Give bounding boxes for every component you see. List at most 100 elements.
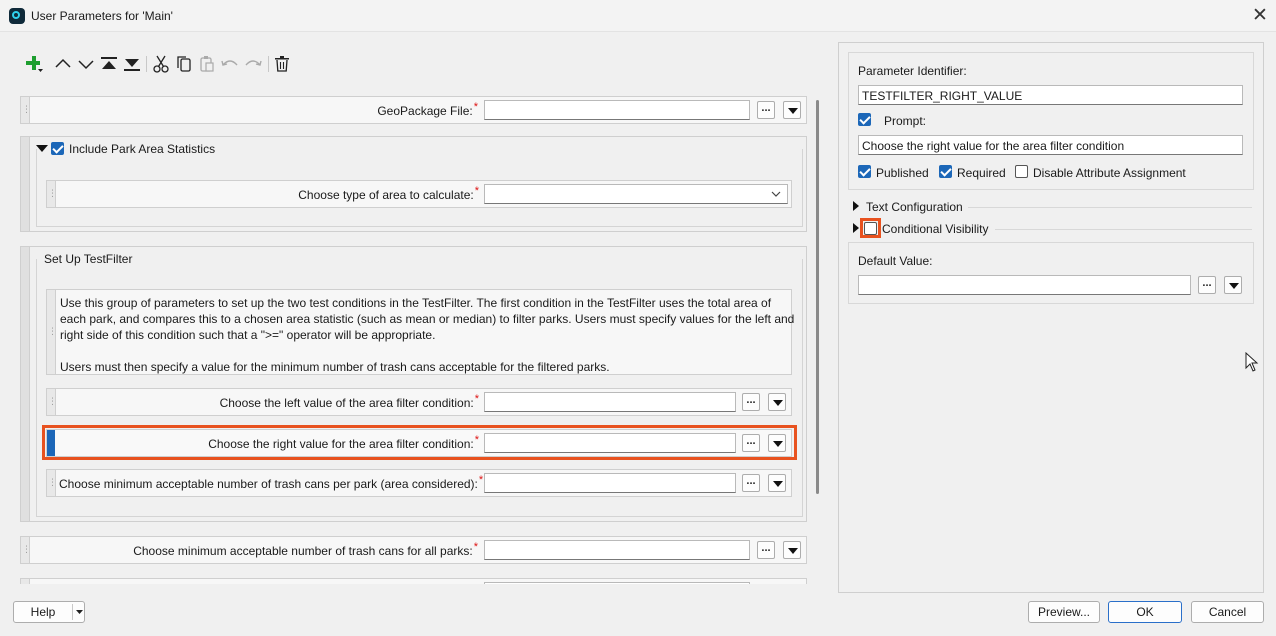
- ok-button[interactable]: OK: [1108, 601, 1182, 623]
- move-top-icon: [101, 57, 117, 69]
- drag-handle-icon[interactable]: [47, 389, 56, 415]
- drag-handle-icon[interactable]: [47, 470, 56, 496]
- browse-button[interactable]: ...: [1198, 276, 1216, 294]
- browse-button[interactable]: ...: [742, 393, 760, 411]
- geopackage-menu-button[interactable]: [783, 101, 801, 119]
- conditional-visibility-checkbox[interactable]: [864, 222, 877, 235]
- testfilter-description: Use this group of parameters to set up t…: [46, 289, 795, 375]
- area-type-label: Choose type of area to calculate:*: [298, 185, 479, 203]
- required-label: Required: [957, 166, 1006, 180]
- drag-handle-icon[interactable]: [47, 290, 56, 374]
- trash-icon: [275, 56, 289, 72]
- plus-icon: [26, 56, 43, 72]
- drag-handle-icon[interactable]: [21, 97, 30, 123]
- drag-handle-icon[interactable]: [47, 430, 55, 456]
- redo-button[interactable]: [243, 54, 263, 74]
- required-checkbox[interactable]: [939, 165, 952, 178]
- prompt-checkbox[interactable]: [858, 113, 871, 126]
- scrollbar-thumb[interactable]: [816, 100, 819, 494]
- copy-button[interactable]: [174, 54, 194, 74]
- min-trash-park-input[interactable]: [484, 473, 736, 493]
- min-trash-park-label: Choose minimum acceptable number of tras…: [59, 474, 484, 492]
- move-down-button[interactable]: [76, 54, 96, 74]
- chevron-down-icon: [771, 191, 781, 197]
- close-icon[interactable]: ✕: [1250, 5, 1270, 25]
- window-title: User Parameters for 'Main': [31, 9, 173, 23]
- help-button[interactable]: Help: [13, 601, 85, 623]
- geopackage-label: GeoPackage File:*: [377, 101, 478, 119]
- cancel-button[interactable]: Cancel: [1191, 601, 1264, 623]
- park-area-group: Include Park Area Statistics Choose type…: [20, 136, 807, 232]
- prompt-value: Choose the right value for the area filt…: [862, 139, 1125, 153]
- right-value-label: Choose the right value for the area filt…: [208, 434, 479, 452]
- browse-button[interactable]: ...: [757, 541, 775, 559]
- expand-icon[interactable]: [853, 201, 859, 211]
- redo-icon: [245, 60, 262, 66]
- title-bar: [0, 0, 1276, 32]
- drag-handle-icon[interactable]: [47, 181, 56, 207]
- right-value-row[interactable]: Choose the right value for the area filt…: [46, 429, 792, 457]
- move-up-button[interactable]: [53, 54, 73, 74]
- scissors-icon: [153, 55, 169, 73]
- split-divider: [72, 604, 73, 620]
- browse-button[interactable]: ...: [757, 101, 775, 119]
- prompt-label: Prompt:: [884, 114, 927, 128]
- move-top-button[interactable]: [99, 54, 119, 74]
- chevron-down-icon: [78, 60, 94, 70]
- identifier-value: TESTFILTER_RIGHT_VALUE: [862, 89, 1023, 103]
- undo-icon: [221, 60, 238, 66]
- description-line: right side of this condition such that a…: [60, 328, 436, 342]
- drag-handle-icon[interactable]: [21, 537, 30, 563]
- section-divider: [995, 229, 1252, 230]
- copy-icon: [177, 56, 191, 72]
- disable-attr-label: Disable Attribute Assignment: [1033, 166, 1186, 180]
- min-trash-park-menu-button[interactable]: [768, 474, 786, 492]
- left-value-menu-button[interactable]: [768, 393, 786, 411]
- min-trash-all-input[interactable]: [484, 540, 750, 560]
- min-trash-all-menu-button[interactable]: [783, 541, 801, 559]
- min-trash-park-row[interactable]: Choose minimum acceptable number of tras…: [46, 469, 792, 497]
- drag-handle-icon[interactable]: [21, 579, 30, 584]
- toolbar-separator: [146, 56, 147, 72]
- add-parameter-button[interactable]: [24, 54, 44, 74]
- default-value-menu-button[interactable]: [1224, 276, 1242, 294]
- cursor-icon: [1245, 352, 1259, 372]
- partial-row[interactable]: [20, 578, 807, 584]
- area-type-select[interactable]: [484, 184, 788, 204]
- browse-button[interactable]: ...: [742, 434, 760, 452]
- published-checkbox[interactable]: [858, 165, 871, 178]
- cond-vis-label: Conditional Visibility: [882, 222, 989, 236]
- cut-button[interactable]: [151, 54, 171, 74]
- drag-handle-icon[interactable]: [21, 247, 30, 521]
- preview-button[interactable]: Preview...: [1028, 601, 1100, 623]
- area-type-row[interactable]: Choose type of area to calculate:*: [46, 180, 792, 208]
- partial-input[interactable]: [484, 582, 750, 584]
- move-bottom-button[interactable]: [122, 54, 142, 74]
- published-label: Published: [876, 166, 929, 180]
- left-value-row[interactable]: Choose the left value of the area filter…: [46, 388, 792, 416]
- left-value-label: Choose the left value of the area filter…: [219, 393, 479, 411]
- text-config-label[interactable]: Text Configuration: [866, 200, 963, 214]
- testfilter-group: Set Up TestFilter Use this group of para…: [20, 246, 807, 522]
- description-line: each park, and compares this to a chosen…: [60, 312, 795, 326]
- geopackage-input[interactable]: [484, 100, 750, 120]
- left-value-input[interactable]: [484, 392, 736, 412]
- default-value-input[interactable]: [858, 275, 1191, 295]
- delete-button[interactable]: [272, 54, 292, 74]
- undo-button[interactable]: [220, 54, 240, 74]
- disable-attr-checkbox[interactable]: [1015, 165, 1028, 178]
- default-value-label: Default Value:: [858, 254, 933, 268]
- min-trash-all-label: Choose minimum acceptable number of tras…: [133, 541, 478, 559]
- min-trash-all-row[interactable]: Choose minimum acceptable number of tras…: [20, 536, 807, 564]
- right-value-input[interactable]: [484, 433, 736, 453]
- browse-button[interactable]: ...: [742, 474, 760, 492]
- identifier-input[interactable]: TESTFILTER_RIGHT_VALUE: [858, 85, 1243, 105]
- paste-button[interactable]: [197, 54, 217, 74]
- right-value-menu-button[interactable]: [768, 434, 786, 452]
- description-line: Use this group of parameters to set up t…: [60, 296, 772, 310]
- geopackage-row[interactable]: GeoPackage File:* ...: [20, 96, 807, 124]
- prompt-input[interactable]: Choose the right value for the area filt…: [858, 135, 1243, 155]
- move-bottom-icon: [124, 59, 140, 71]
- expand-icon[interactable]: [853, 223, 859, 233]
- drag-handle-icon[interactable]: [21, 137, 30, 231]
